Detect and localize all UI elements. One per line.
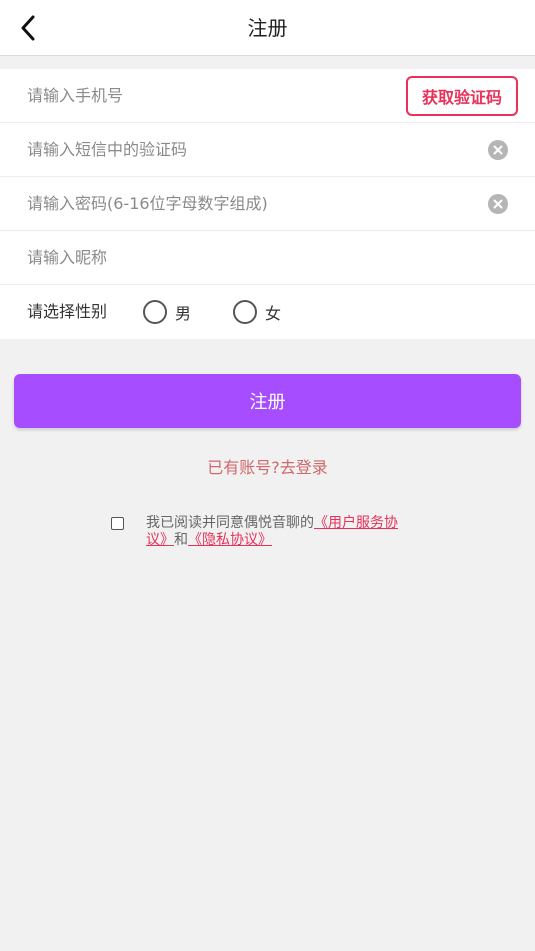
agreement-text: 我已阅读并同意偶悦音聊的《用户服务协议》和《隐私协议》 xyxy=(146,515,411,549)
agreement-checkbox[interactable] xyxy=(111,517,124,530)
agreement-prefix: 我已阅读并同意偶悦音聊的 xyxy=(146,515,314,531)
gender-label: 请选择性别 xyxy=(27,302,108,321)
nickname-input[interactable] xyxy=(27,231,467,284)
gender-option-female[interactable]: 女 xyxy=(233,300,281,324)
phone-row: 获取验证码 xyxy=(0,69,535,123)
register-button[interactable]: 注册 xyxy=(14,374,521,428)
page-title: 注册 xyxy=(247,16,288,40)
gender-option-male[interactable]: 男 xyxy=(143,300,191,324)
gender-option-label: 男 xyxy=(175,304,192,323)
sms-code-row xyxy=(0,123,535,177)
register-form: 获取验证码 请选择性别 男 女 xyxy=(0,69,535,339)
password-input[interactable] xyxy=(27,177,467,230)
top-bar: 注册 xyxy=(0,0,535,56)
phone-input[interactable] xyxy=(27,69,467,122)
login-link[interactable]: 已有账号?去登录 xyxy=(0,454,535,478)
nickname-row xyxy=(0,231,535,285)
radio-icon xyxy=(233,300,257,324)
close-icon xyxy=(493,199,503,209)
password-row xyxy=(0,177,535,231)
agreement-connector: 和 xyxy=(174,532,188,548)
sms-code-input[interactable] xyxy=(27,123,467,176)
gender-option-label: 女 xyxy=(265,304,282,323)
gender-row: 请选择性别 男 女 xyxy=(0,285,535,339)
close-icon xyxy=(493,145,503,155)
radio-icon xyxy=(143,300,167,324)
clear-sms-code-button[interactable] xyxy=(488,140,508,160)
privacy-agreement-link[interactable]: 《隐私协议》 xyxy=(188,532,272,548)
get-code-button[interactable]: 获取验证码 xyxy=(406,76,518,116)
clear-password-button[interactable] xyxy=(488,194,508,214)
